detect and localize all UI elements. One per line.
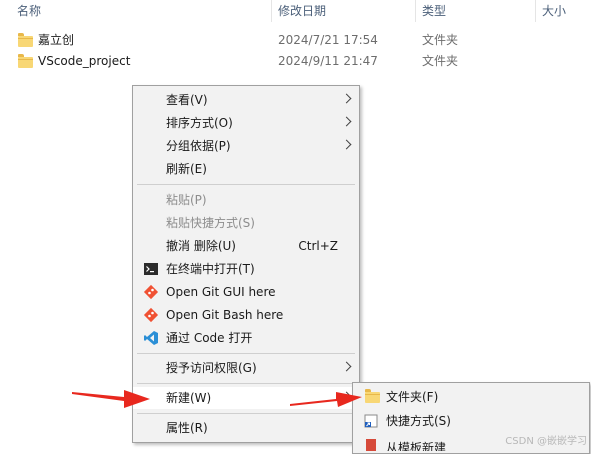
menu-item-refresh[interactable]: 刷新(E): [133, 158, 359, 180]
column-size[interactable]: 大小: [542, 0, 566, 22]
chevron-right-icon: [341, 391, 352, 402]
menu-label: 属性(R): [166, 421, 208, 435]
menu-item-git-bash[interactable]: Open Git Bash here: [133, 304, 359, 326]
folder-icon: [18, 54, 33, 68]
menu-item-paste[interactable]: 粘贴(P): [133, 189, 359, 211]
git-icon: [143, 307, 159, 323]
menu-separator: [137, 413, 355, 414]
menu-separator: [137, 353, 355, 354]
menu-label: 新建(W): [166, 391, 212, 405]
menu-label: 在终端中打开(T): [166, 262, 255, 276]
column-divider[interactable]: [271, 0, 272, 22]
context-menu: 查看(V) 排序方式(O) 分组依据(P) 刷新(E) 粘贴(P) 粘贴快捷方式…: [132, 85, 360, 443]
menu-label: 排序方式(O): [166, 116, 233, 130]
menu-label: 文件夹(F): [386, 390, 439, 404]
menu-item-new[interactable]: 新建(W): [133, 387, 359, 409]
chevron-right-icon: [341, 116, 352, 127]
menu-item-sort[interactable]: 排序方式(O): [133, 112, 359, 134]
file-row[interactable]: VScode_project 2024/9/11 21:47 文件夹: [0, 51, 591, 72]
menu-label: 查看(V): [166, 93, 208, 107]
column-date[interactable]: 修改日期: [278, 0, 326, 22]
file-row[interactable]: 嘉立创 2024/7/21 17:54 文件夹: [0, 30, 591, 51]
chevron-right-icon: [341, 361, 352, 372]
submenu-item-shortcut[interactable]: 快捷方式(S): [353, 410, 589, 432]
menu-label: 撤消 删除(U): [166, 239, 236, 253]
menu-label: 粘贴(P): [166, 193, 207, 207]
menu-item-paste-shortcut[interactable]: 粘贴快捷方式(S): [133, 212, 359, 234]
menu-item-group[interactable]: 分组依据(P): [133, 135, 359, 157]
column-divider[interactable]: [535, 0, 536, 22]
menu-item-view[interactable]: 查看(V): [133, 89, 359, 111]
chevron-right-icon: [341, 139, 352, 150]
shortcut-icon: [364, 414, 378, 428]
menu-label: Open Git Bash here: [166, 308, 284, 322]
file-type: 文件夹: [422, 54, 459, 68]
keyboard-shortcut: Ctrl+Z: [298, 239, 338, 253]
menu-label: 粘贴快捷方式(S): [166, 216, 255, 230]
git-icon: [143, 284, 159, 300]
column-divider[interactable]: [415, 0, 416, 22]
folder-icon: [365, 389, 380, 403]
menu-separator: [137, 383, 355, 384]
file-name: 嘉立创: [38, 33, 75, 47]
watermark: CSDN @嵌嵌学习: [505, 436, 587, 447]
menu-item-grant-access[interactable]: 授予访问权限(G): [133, 357, 359, 379]
file-name: VScode_project: [38, 54, 131, 68]
folder-icon: [18, 33, 33, 47]
file-type: 文件夹: [422, 33, 459, 47]
column-name[interactable]: 名称: [17, 0, 41, 22]
menu-label: 刷新(E): [166, 162, 207, 176]
menu-label: 分组依据(P): [166, 139, 231, 153]
menu-label: 快捷方式(S): [386, 414, 451, 428]
submenu-item-folder[interactable]: 文件夹(F): [353, 386, 589, 408]
file-date: 2024/9/11 21:47: [278, 54, 378, 68]
menu-label: 通过 Code 打开: [166, 331, 253, 345]
menu-label: 授予访问权限(G): [166, 361, 257, 375]
chevron-right-icon: [341, 93, 352, 104]
menu-separator: [137, 184, 355, 185]
menu-item-properties[interactable]: 属性(R): [133, 417, 359, 439]
column-header: 名称 修改日期 类型 大小: [0, 0, 591, 22]
menu-label: Open Git GUI here: [166, 285, 276, 299]
vscode-icon: [144, 331, 158, 345]
column-type[interactable]: 类型: [422, 0, 446, 22]
menu-item-git-gui[interactable]: Open Git GUI here: [133, 281, 359, 303]
menu-item-open-code[interactable]: 通过 Code 打开: [133, 327, 359, 349]
menu-item-undo[interactable]: 撤消 删除(U) Ctrl+Z: [133, 235, 359, 257]
menu-item-open-terminal[interactable]: 在终端中打开(T): [133, 258, 359, 280]
terminal-icon: [144, 263, 158, 275]
file-date: 2024/7/21 17:54: [278, 33, 378, 47]
